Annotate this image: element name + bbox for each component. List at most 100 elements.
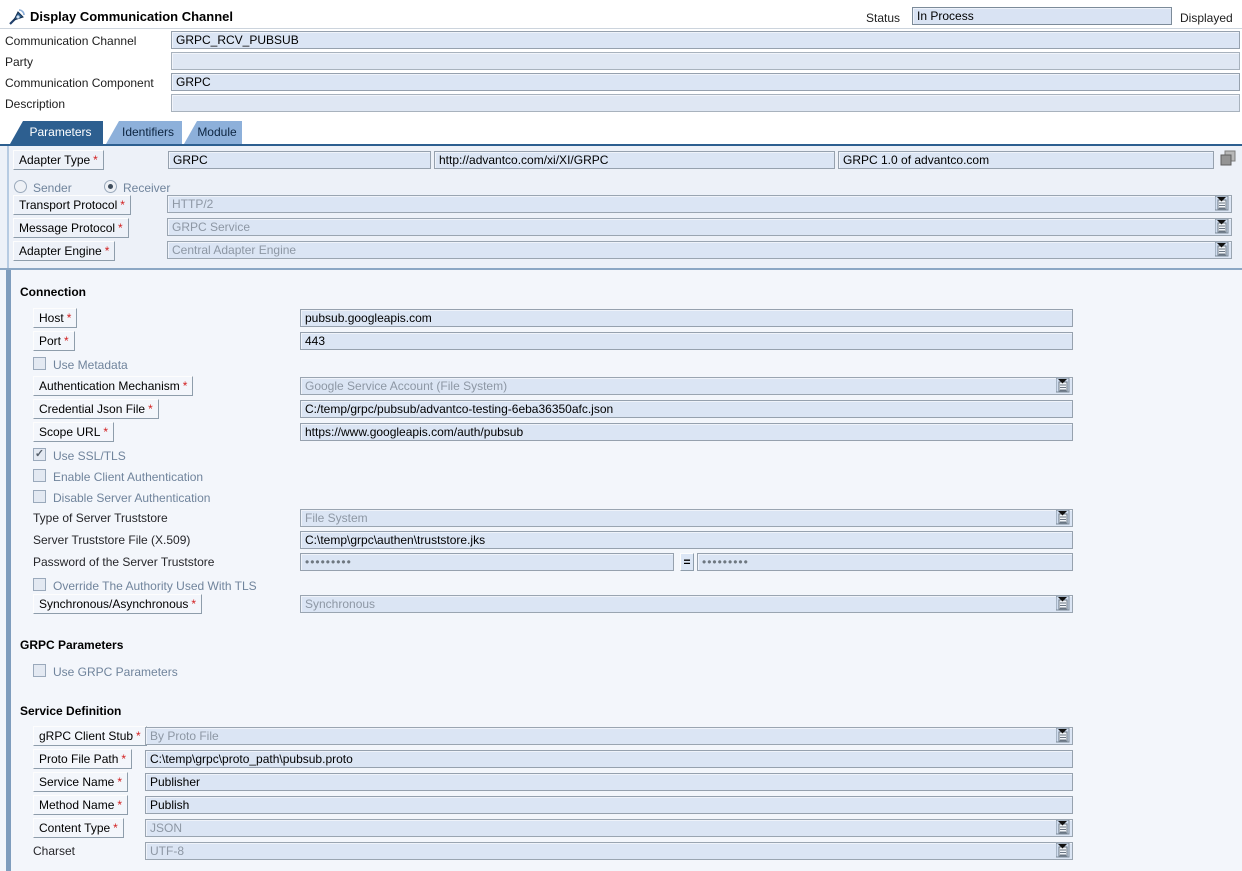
method-name-field[interactable] [145, 796, 1073, 814]
grpc-client-stub-label-button[interactable]: gRPC Client Stub* [33, 726, 147, 746]
communication-channel-field[interactable] [171, 31, 1240, 49]
panel-accent-bar [6, 270, 11, 871]
message-protocol-dropdown: GRPC Service [167, 218, 1232, 236]
use-metadata-checkbox [33, 357, 46, 370]
receiver-radio-label: Receiver [123, 181, 170, 195]
adapter-engine-label-button[interactable]: Adapter Engine* [13, 241, 115, 261]
communication-channel-window: Display Communication Channel Status Dis… [0, 0, 1242, 871]
proto-file-path-field[interactable] [145, 750, 1073, 768]
dropdown-icon [1215, 196, 1229, 210]
enable-client-authentication-checkbox [33, 469, 46, 482]
adapter-engine-dropdown: Central Adapter Engine [167, 241, 1232, 259]
credential-json-file-label-button[interactable]: Credential Json File* [33, 399, 159, 419]
divider [0, 28, 1242, 29]
host-field[interactable] [300, 309, 1073, 327]
sync-async-dropdown: Synchronous [300, 595, 1073, 613]
dropdown-icon [1056, 843, 1070, 857]
adapter-type-label-button[interactable]: Adapter Type* [13, 150, 104, 170]
scope-url-label-button[interactable]: Scope URL* [33, 422, 114, 442]
content-type-dropdown: JSON [145, 819, 1073, 837]
tab-module[interactable]: Module [184, 121, 242, 144]
tab-strip: Parameters Identifiers Module [0, 116, 1242, 144]
port-field[interactable] [300, 332, 1073, 350]
scope-url-field[interactable] [300, 423, 1073, 441]
authentication-mechanism-dropdown: Google Service Account (File System) [300, 377, 1073, 395]
required-marker: * [121, 752, 126, 766]
tab-identifiers[interactable]: Identifiers [106, 121, 182, 144]
transport-protocol-dropdown: HTTP/2 [167, 195, 1232, 213]
use-grpc-parameters-checkbox [33, 664, 46, 677]
status-input[interactable] [912, 7, 1172, 25]
message-protocol-label-button[interactable]: Message Protocol* [13, 218, 129, 238]
truststore-type-label: Type of Server Truststore [33, 511, 168, 525]
disable-server-authentication-checkbox [33, 490, 46, 503]
truststore-file-field[interactable] [300, 531, 1073, 549]
method-name-label-button[interactable]: Method Name* [33, 795, 128, 815]
receiver-radio [104, 180, 117, 193]
communication-component-label: Communication Component [5, 76, 154, 90]
dropdown-icon [1056, 378, 1070, 392]
party-label: Party [5, 55, 33, 69]
status-label: Status [866, 11, 900, 25]
enable-client-authentication-label: Enable Client Authentication [53, 470, 203, 484]
charset-label: Charset [33, 844, 75, 858]
adapter-type-name-field[interactable] [168, 151, 431, 169]
dropdown-icon [1056, 596, 1070, 610]
truststore-password-label: Password of the Server Truststore [33, 555, 214, 569]
proto-file-path-label-button[interactable]: Proto File Path* [33, 749, 132, 769]
authentication-mechanism-label-button[interactable]: Authentication Mechanism* [33, 376, 193, 396]
description-field[interactable] [171, 94, 1240, 112]
service-name-field[interactable] [145, 773, 1073, 791]
section-service-definition: Service Definition [20, 704, 121, 718]
communication-channel-label: Communication Channel [5, 34, 136, 48]
adapter-type-description-field[interactable] [838, 151, 1214, 169]
checkmark-icon: ✓ [35, 448, 44, 460]
required-marker: * [118, 221, 123, 235]
required-marker: * [183, 379, 188, 393]
window-header: Display Communication Channel Status Dis… [0, 0, 1242, 116]
adapter-type-namespace-field[interactable] [434, 151, 835, 169]
use-grpc-parameters-label: Use GRPC Parameters [53, 665, 178, 679]
sender-radio-label: Sender [33, 181, 72, 195]
port-label-button[interactable]: Port* [33, 331, 75, 351]
dropdown-icon [1056, 820, 1070, 834]
required-marker: * [67, 311, 72, 325]
party-field[interactable] [171, 52, 1240, 70]
communication-component-field[interactable] [171, 73, 1240, 91]
truststore-type-dropdown: File System [300, 509, 1073, 527]
required-marker: * [113, 821, 118, 835]
transport-protocol-label-button[interactable]: Transport Protocol* [13, 195, 131, 215]
panel-accent [7, 146, 9, 268]
host-label-button[interactable]: Host* [33, 308, 77, 328]
sync-async-label-button[interactable]: Synchronous/Asynchronous* [33, 594, 202, 614]
dropdown-icon [1056, 728, 1070, 742]
content-type-label-button[interactable]: Content Type* [33, 818, 124, 838]
use-metadata-label: Use Metadata [53, 358, 128, 372]
required-marker: * [64, 334, 69, 348]
truststore-password-confirm-field[interactable] [697, 553, 1073, 571]
tab-parameters[interactable]: Parameters [10, 121, 103, 144]
communication-channel-icon [8, 8, 26, 29]
truststore-password-field[interactable] [300, 553, 674, 571]
display-mode-label: Displayed [1180, 11, 1233, 25]
password-equals-separator: = [680, 553, 694, 571]
truststore-file-label: Server Truststore File (X.509) [33, 533, 190, 547]
service-name-label-button[interactable]: Service Name* [33, 772, 128, 792]
required-marker: * [191, 597, 196, 611]
required-marker: * [136, 729, 141, 743]
section-connection: Connection [20, 285, 86, 299]
required-marker: * [117, 798, 122, 812]
required-marker: * [105, 244, 110, 258]
required-marker: * [103, 425, 108, 439]
override-authority-label: Override The Authority Used With TLS [53, 579, 257, 593]
use-ssl-tls-label: Use SSL/TLS [53, 449, 126, 463]
override-authority-checkbox [33, 578, 46, 591]
charset-dropdown: UTF-8 [145, 842, 1073, 860]
credential-json-file-field[interactable] [300, 400, 1073, 418]
sender-radio [14, 180, 27, 193]
use-ssl-tls-checkbox: ✓ [33, 448, 46, 461]
copy-icon[interactable] [1219, 149, 1237, 170]
dropdown-icon [1056, 510, 1070, 524]
grpc-client-stub-dropdown: By Proto File [145, 727, 1073, 745]
section-grpc-parameters: GRPC Parameters [20, 638, 123, 652]
